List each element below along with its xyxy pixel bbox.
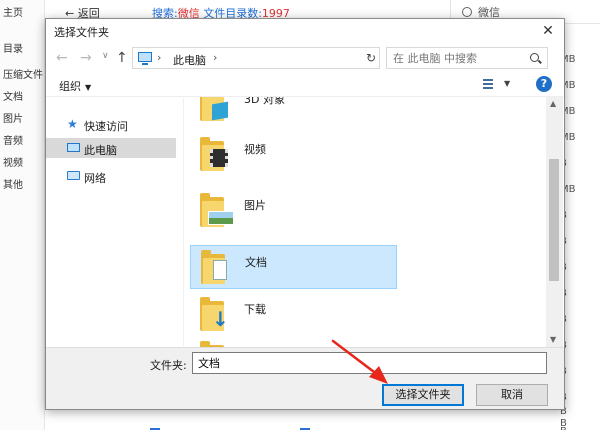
caret-down-icon[interactable]: ▼ bbox=[504, 79, 510, 88]
folder-icon: ↓ bbox=[200, 297, 236, 331]
caret-down-icon: ▼ bbox=[85, 83, 92, 92]
folder-item-3d-objects[interactable]: 3D 对象 bbox=[190, 97, 397, 127]
select-folder-dialog: 选择文件夹 ✕ ← → ∨ ↑ › 此电脑 › ∨ ↻ 组织▼ ▼ ? ★ 快速… bbox=[45, 18, 565, 410]
background-sidebar-item[interactable]: 文档 bbox=[3, 88, 23, 103]
nav-item-quick-access[interactable]: ★ 快速访问 bbox=[46, 114, 176, 134]
search-input[interactable] bbox=[393, 51, 521, 65]
background-sidebar-item[interactable]: 图片 bbox=[3, 110, 23, 125]
organize-menu-button[interactable]: 组织 ▼ bbox=[59, 78, 91, 94]
close-icon[interactable]: ✕ bbox=[538, 22, 558, 40]
background-sidebar-item[interactable]: 目录 bbox=[3, 40, 23, 55]
scroll-down-icon[interactable]: ▼ bbox=[550, 335, 556, 344]
search-icon bbox=[530, 53, 539, 62]
background-sidebar-item[interactable]: 压缩文件 bbox=[3, 66, 43, 81]
cancel-button[interactable]: 取消 bbox=[476, 384, 548, 406]
select-folder-button[interactable]: 选择文件夹 bbox=[382, 384, 464, 406]
folder-item-videos[interactable]: 视频 bbox=[190, 133, 397, 177]
background-home-label[interactable]: 主页 bbox=[3, 4, 23, 19]
film-strip-icon bbox=[210, 149, 228, 167]
background-sidebar: 主页 目录 压缩文件 文档 图片 音频 视频 其他 bbox=[0, 0, 45, 430]
toolbar: 组织 ▼ ▼ ? bbox=[46, 73, 564, 97]
help-icon[interactable]: ? bbox=[536, 76, 552, 92]
background-sidebar-item[interactable]: 视频 bbox=[3, 154, 23, 169]
dialog-footer: 文件夹: 选择文件夹 取消 bbox=[46, 347, 564, 409]
folder-icon bbox=[200, 137, 236, 171]
folder-item-documents[interactable]: 文档 bbox=[190, 245, 397, 289]
back-arrow-icon[interactable]: ← bbox=[56, 50, 68, 66]
folder-name-label: 文件夹: bbox=[150, 359, 187, 372]
folder-icon bbox=[201, 250, 237, 284]
this-pc-icon bbox=[67, 143, 80, 152]
navigation-pane: ★ 快速访问 此电脑 网络 bbox=[46, 98, 184, 346]
view-options-icon[interactable] bbox=[481, 77, 497, 91]
star-icon: ★ bbox=[67, 117, 78, 131]
search-field[interactable] bbox=[386, 47, 548, 69]
refresh-icon[interactable]: ↻ bbox=[360, 47, 382, 69]
folder-list: 3D 对象 视频 图片 文档 ↓ 下载 bbox=[184, 97, 546, 347]
dialog-title: 选择文件夹 bbox=[54, 26, 109, 39]
scroll-up-icon[interactable]: ▲ bbox=[550, 99, 556, 108]
vertical-scrollbar[interactable]: ▲ ▼ bbox=[546, 97, 563, 347]
this-pc-icon bbox=[138, 52, 152, 65]
folder-item-downloads[interactable]: ↓ 下载 bbox=[190, 293, 397, 337]
nav-item-this-pc[interactable]: 此电脑 bbox=[46, 138, 176, 158]
3d-cube-icon bbox=[212, 101, 228, 121]
folder-icon bbox=[200, 97, 236, 121]
network-icon bbox=[67, 171, 80, 180]
background-sidebar-item[interactable]: 音频 bbox=[3, 132, 23, 147]
scrollbar-thumb[interactable] bbox=[549, 159, 559, 281]
download-arrow-icon: ↓ bbox=[212, 307, 229, 331]
search-icon bbox=[462, 7, 472, 17]
chevron-right-icon[interactable]: › bbox=[213, 51, 217, 64]
chevron-right-icon[interactable]: › bbox=[157, 51, 161, 64]
up-arrow-icon[interactable]: ↑ bbox=[116, 50, 128, 66]
folder-icon bbox=[200, 193, 236, 227]
address-bar[interactable]: › 此电脑 › ∨ bbox=[132, 47, 440, 69]
landscape-photo-icon bbox=[208, 211, 234, 225]
document-icon bbox=[213, 260, 227, 280]
recent-locations-icon[interactable]: ∨ bbox=[102, 51, 109, 61]
background-bottom-row bbox=[150, 424, 450, 430]
dialog-titlebar: 选择文件夹 ✕ bbox=[46, 19, 564, 43]
folder-name-input[interactable] bbox=[192, 352, 547, 374]
navigation-bar: ← → ∨ ↑ › 此电脑 › ∨ ↻ bbox=[46, 43, 564, 73]
address-location[interactable]: 此电脑 bbox=[173, 52, 206, 68]
folder-item-music[interactable]: ♪ 音乐 bbox=[190, 337, 397, 347]
background-sidebar-item[interactable]: 其他 bbox=[3, 176, 23, 191]
background-size-label: B bbox=[560, 426, 567, 430]
nav-item-network[interactable]: 网络 bbox=[46, 166, 176, 186]
forward-arrow-icon[interactable]: → bbox=[80, 50, 92, 66]
folder-item-pictures[interactable]: 图片 bbox=[190, 189, 397, 233]
